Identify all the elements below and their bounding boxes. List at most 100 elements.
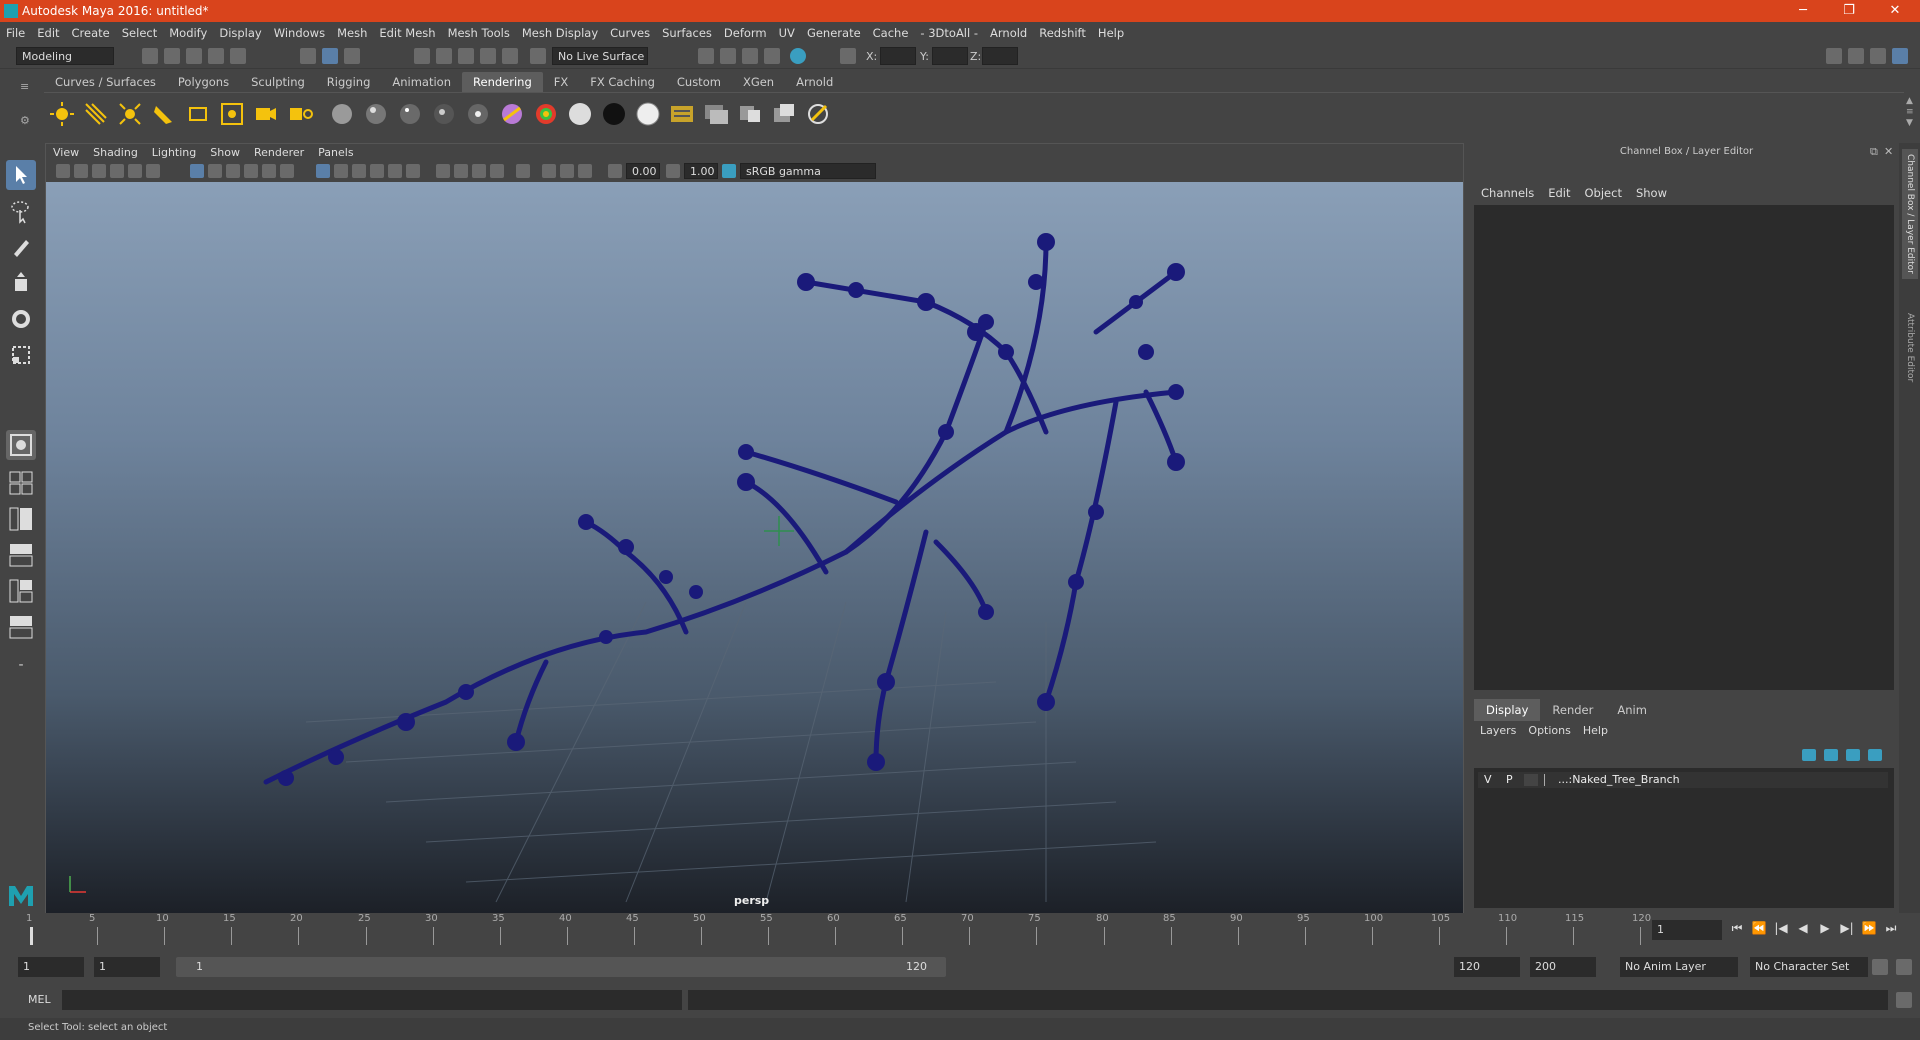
modeling-toolkit-icon[interactable]: [1826, 48, 1842, 64]
channel-box-list[interactable]: [1474, 205, 1894, 690]
render-layer-icon[interactable]: [668, 100, 696, 128]
playback-start-field[interactable]: 1: [94, 957, 160, 977]
depth-of-field-icon[interactable]: [490, 164, 504, 178]
color-space-selector[interactable]: sRGB gamma: [740, 163, 876, 179]
menu-windows[interactable]: Windows: [268, 22, 331, 44]
layer-type-toggle[interactable]: [1524, 774, 1538, 786]
camera-icon[interactable]: [252, 100, 280, 128]
select-tool-button[interactable]: [6, 160, 36, 190]
hypershade-icon[interactable]: [790, 48, 806, 64]
image-plane-icon[interactable]: [110, 164, 124, 178]
open-scene-icon[interactable]: [164, 48, 180, 64]
menu-mesh[interactable]: Mesh: [331, 22, 373, 44]
undo-icon[interactable]: [208, 48, 224, 64]
le-menu-options[interactable]: Options: [1522, 721, 1576, 741]
mode-selector[interactable]: Modeling: [16, 47, 114, 65]
persp-outliner-layout-button[interactable]: [6, 504, 36, 534]
live-surface-field[interactable]: No Live Surface: [552, 47, 648, 65]
tab-xgen[interactable]: XGen: [732, 72, 785, 92]
ai-standard-icon[interactable]: [532, 100, 560, 128]
toolbox-collapse-button[interactable]: -: [6, 650, 36, 680]
camera-attributes-icon[interactable]: [74, 164, 88, 178]
menu-curves[interactable]: Curves: [604, 22, 656, 44]
menu-deform[interactable]: Deform: [718, 22, 773, 44]
safe-action-icon[interactable]: [280, 164, 294, 178]
animation-end-field[interactable]: 200: [1530, 957, 1596, 977]
tab-polygons[interactable]: Polygons: [167, 72, 240, 92]
character-set-selector[interactable]: No Character Set: [1750, 957, 1868, 977]
tab-fx-caching[interactable]: FX Caching: [579, 72, 666, 92]
phonge-material-icon[interactable]: [430, 100, 458, 128]
vp-menu-show[interactable]: Show: [203, 144, 247, 162]
render-settings-shelf-icon[interactable]: [702, 100, 730, 128]
ipr-shelf-icon[interactable]: [770, 100, 798, 128]
y-field[interactable]: [932, 47, 968, 65]
step-back-frame-button[interactable]: |◀: [1772, 919, 1790, 937]
menu-edit-mesh[interactable]: Edit Mesh: [373, 22, 441, 44]
play-backward-button[interactable]: ◀: [1794, 919, 1812, 937]
move-tool-button[interactable]: [6, 268, 36, 298]
xray-joints-icon[interactable]: [560, 164, 574, 178]
menu-mesh-tools[interactable]: Mesh Tools: [442, 22, 516, 44]
snap-grid-icon[interactable]: [414, 48, 430, 64]
single-perspective-layout-button[interactable]: [6, 430, 36, 460]
layer-visibility-toggle[interactable]: V: [1484, 772, 1492, 788]
four-view-layout-button[interactable]: [6, 468, 36, 498]
layer-playback-toggle[interactable]: P: [1506, 772, 1513, 788]
tab-custom[interactable]: Custom: [666, 72, 732, 92]
menu-create[interactable]: Create: [66, 22, 116, 44]
panel-close-icon[interactable]: ✕: [1884, 145, 1893, 158]
menu-uv[interactable]: UV: [773, 22, 801, 44]
vp-menu-shading[interactable]: Shading: [86, 144, 145, 162]
new-empty-layer-icon[interactable]: [1846, 749, 1860, 761]
menu-arnold[interactable]: Arnold: [984, 22, 1033, 44]
cb-menu-channels[interactable]: Channels: [1474, 183, 1541, 203]
menu-3dtoall[interactable]: - 3DtoAll -: [914, 22, 984, 44]
redo-icon[interactable]: [230, 48, 246, 64]
x-field[interactable]: [880, 47, 916, 65]
tab-fx[interactable]: FX: [543, 72, 580, 92]
tab-arnold[interactable]: Arnold: [785, 72, 844, 92]
menu-file[interactable]: File: [0, 22, 31, 44]
maximize-button[interactable]: ❐: [1826, 0, 1872, 22]
step-back-key-button[interactable]: ⏪: [1750, 919, 1768, 937]
bookmark-icon[interactable]: [92, 164, 106, 178]
snap-view-icon[interactable]: [480, 48, 496, 64]
tab-animation[interactable]: Animation: [381, 72, 462, 92]
menu-modify[interactable]: Modify: [163, 22, 213, 44]
shadows-icon[interactable]: [406, 164, 420, 178]
time-slider[interactable]: 1 5 10 15 20 25 30 35 40 45 50 55 60 65 70 75 80 85 90 95 1…: [22, 913, 1662, 945]
render-settings-icon[interactable]: [764, 48, 780, 64]
mel-label[interactable]: MEL: [28, 993, 51, 1006]
menu-edit[interactable]: Edit: [31, 22, 65, 44]
grease-pencil-icon[interactable]: [146, 164, 160, 178]
menu-redshift[interactable]: Redshift: [1033, 22, 1092, 44]
viewport-canvas[interactable]: persp: [46, 182, 1463, 914]
go-to-end-button[interactable]: ⏭: [1882, 919, 1900, 937]
ramp-shader-icon[interactable]: [498, 100, 526, 128]
attribute-editor-icon[interactable]: [1848, 48, 1864, 64]
script-editor-icon[interactable]: [1896, 992, 1912, 1008]
blinn-material-icon[interactable]: [362, 100, 390, 128]
tab-curves-surfaces[interactable]: Curves / Surfaces: [44, 72, 167, 92]
tab-rendering[interactable]: Rendering: [462, 72, 543, 92]
select-object-icon[interactable]: [322, 48, 338, 64]
go-to-start-button[interactable]: ⏮: [1728, 919, 1746, 937]
z-field[interactable]: [982, 47, 1018, 65]
render-view-icon[interactable]: [698, 48, 714, 64]
side-tab-channel-box[interactable]: Channel Box / Layer Editor: [1902, 149, 1918, 279]
tab-render[interactable]: Render: [1540, 699, 1605, 721]
phong-material-icon[interactable]: [396, 100, 424, 128]
rotate-tool-button[interactable]: [6, 304, 36, 334]
render-region-icon[interactable]: [804, 100, 832, 128]
ambient-light-icon[interactable]: [48, 100, 76, 128]
select-hierarchy-icon[interactable]: [300, 48, 316, 64]
menu-generate[interactable]: Generate: [801, 22, 867, 44]
grid-toggle-icon[interactable]: [190, 164, 204, 178]
layer-row[interactable]: V P ...:Naked_Tree_Branch: [1478, 772, 1888, 788]
channel-box-icon[interactable]: [1892, 48, 1908, 64]
wireframe-icon[interactable]: [316, 164, 330, 178]
tab-anim[interactable]: Anim: [1605, 699, 1659, 721]
paint-select-tool-button[interactable]: [6, 232, 36, 262]
lasso-tool-button[interactable]: [6, 196, 36, 226]
